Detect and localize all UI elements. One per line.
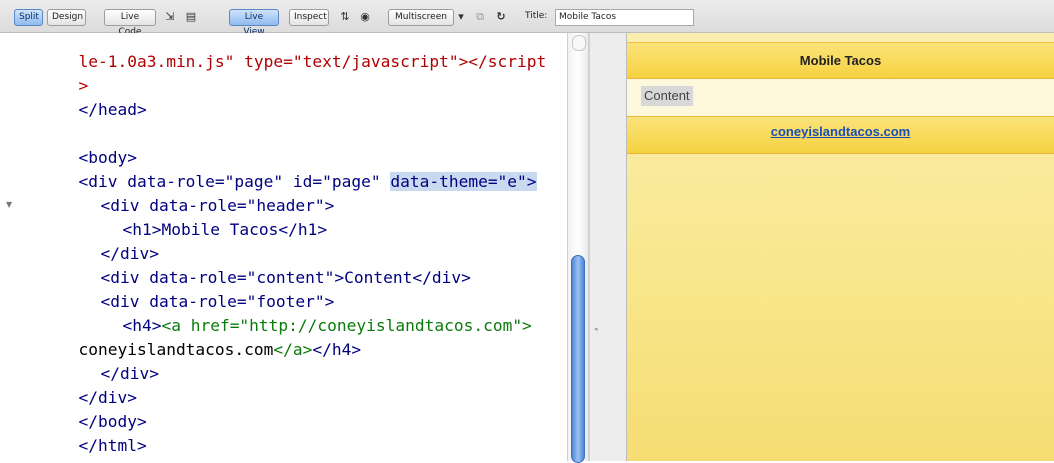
design-view-button[interactable]: Design [47,9,86,26]
check-browser-icon[interactable]: ▤ [182,9,200,26]
code-line: </div> [42,218,158,263]
code-token: </h4> [312,340,362,359]
file-management-icon[interactable]: ⧉ [472,9,488,26]
footer-link[interactable]: coneyislandtacos.com [771,124,910,139]
refresh-icon[interactable]: ↻ [494,9,508,26]
scroll-up-cap[interactable] [572,35,586,51]
splitter-grip-icon[interactable]: ◂ [594,325,598,333]
split-view-button[interactable]: Split [14,9,43,26]
code-line: <div data-role="footer"> [42,266,334,311]
header-title: Mobile Tacos [799,53,882,68]
pane-splitter[interactable]: ◂ [589,33,627,461]
content-text: Content [641,86,693,106]
live-view-button[interactable]: Live View [229,9,279,37]
page-content: Content [627,79,1054,116]
code-view[interactable]: ▼ le-1.0a3.min.js" type="text/javascript… [0,33,600,461]
page-header: Mobile Tacos [627,42,1054,79]
code-line: <div data-role="header"> [42,170,334,215]
code-line: coneyislandtacos.com</a></h4> [20,314,361,359]
selected-code-token: data-theme="e"> [390,172,537,191]
code-line: </div> [42,338,158,383]
code-line: <body> [20,122,136,167]
code-line: </html> [20,410,146,455]
code-line: <h1>Mobile Tacos</h1> [64,194,327,239]
navigation-options-icon[interactable]: ⇅ [336,9,354,26]
document-toolbar: Split Design Live Code ⇲ ▤ Live View Ins… [0,0,1054,37]
dropdown-arrow-icon[interactable]: ▾ [455,9,467,26]
code-line: </head> [20,74,146,119]
code-token: le-1.0a3.min.js" type="text/javascript">… [78,52,547,71]
inspect-button[interactable]: Inspect [289,9,329,26]
live-code-button[interactable]: Live Code [104,9,156,37]
inspect-mode-icon[interactable]: ⇲ [161,9,179,26]
code-token: </a> [273,340,313,359]
fold-arrow-icon[interactable]: ▼ [6,200,12,209]
multiscreen-button[interactable]: Multiscreen [388,9,454,26]
code-line: le-1.0a3.min.js" type="text/javascript">… [20,33,546,71]
code-line: > [20,50,88,95]
scroll-thumb[interactable] [571,255,585,463]
live-view-pane[interactable]: Mobile Tacos Content coneyislandtacos.co… [627,33,1054,461]
preview-globe-icon[interactable]: ◉ [356,9,374,26]
title-label: Title: [525,11,548,21]
code-line: <div data-role="page" id="page" data-the… [20,146,537,191]
page-footer: coneyislandtacos.com [627,116,1054,154]
code-line: <h4><a href="http://coneyislandtacos.com… [64,290,531,335]
code-line: <div data-role="content">Content</div> [42,242,470,287]
code-line: </body> [20,386,146,431]
code-token: </head> [78,100,147,119]
code-line: </div> [20,362,136,407]
title-input[interactable]: Mobile Tacos [555,9,694,26]
code-scrollbar[interactable] [567,33,589,463]
code-token: </html> [78,436,147,455]
